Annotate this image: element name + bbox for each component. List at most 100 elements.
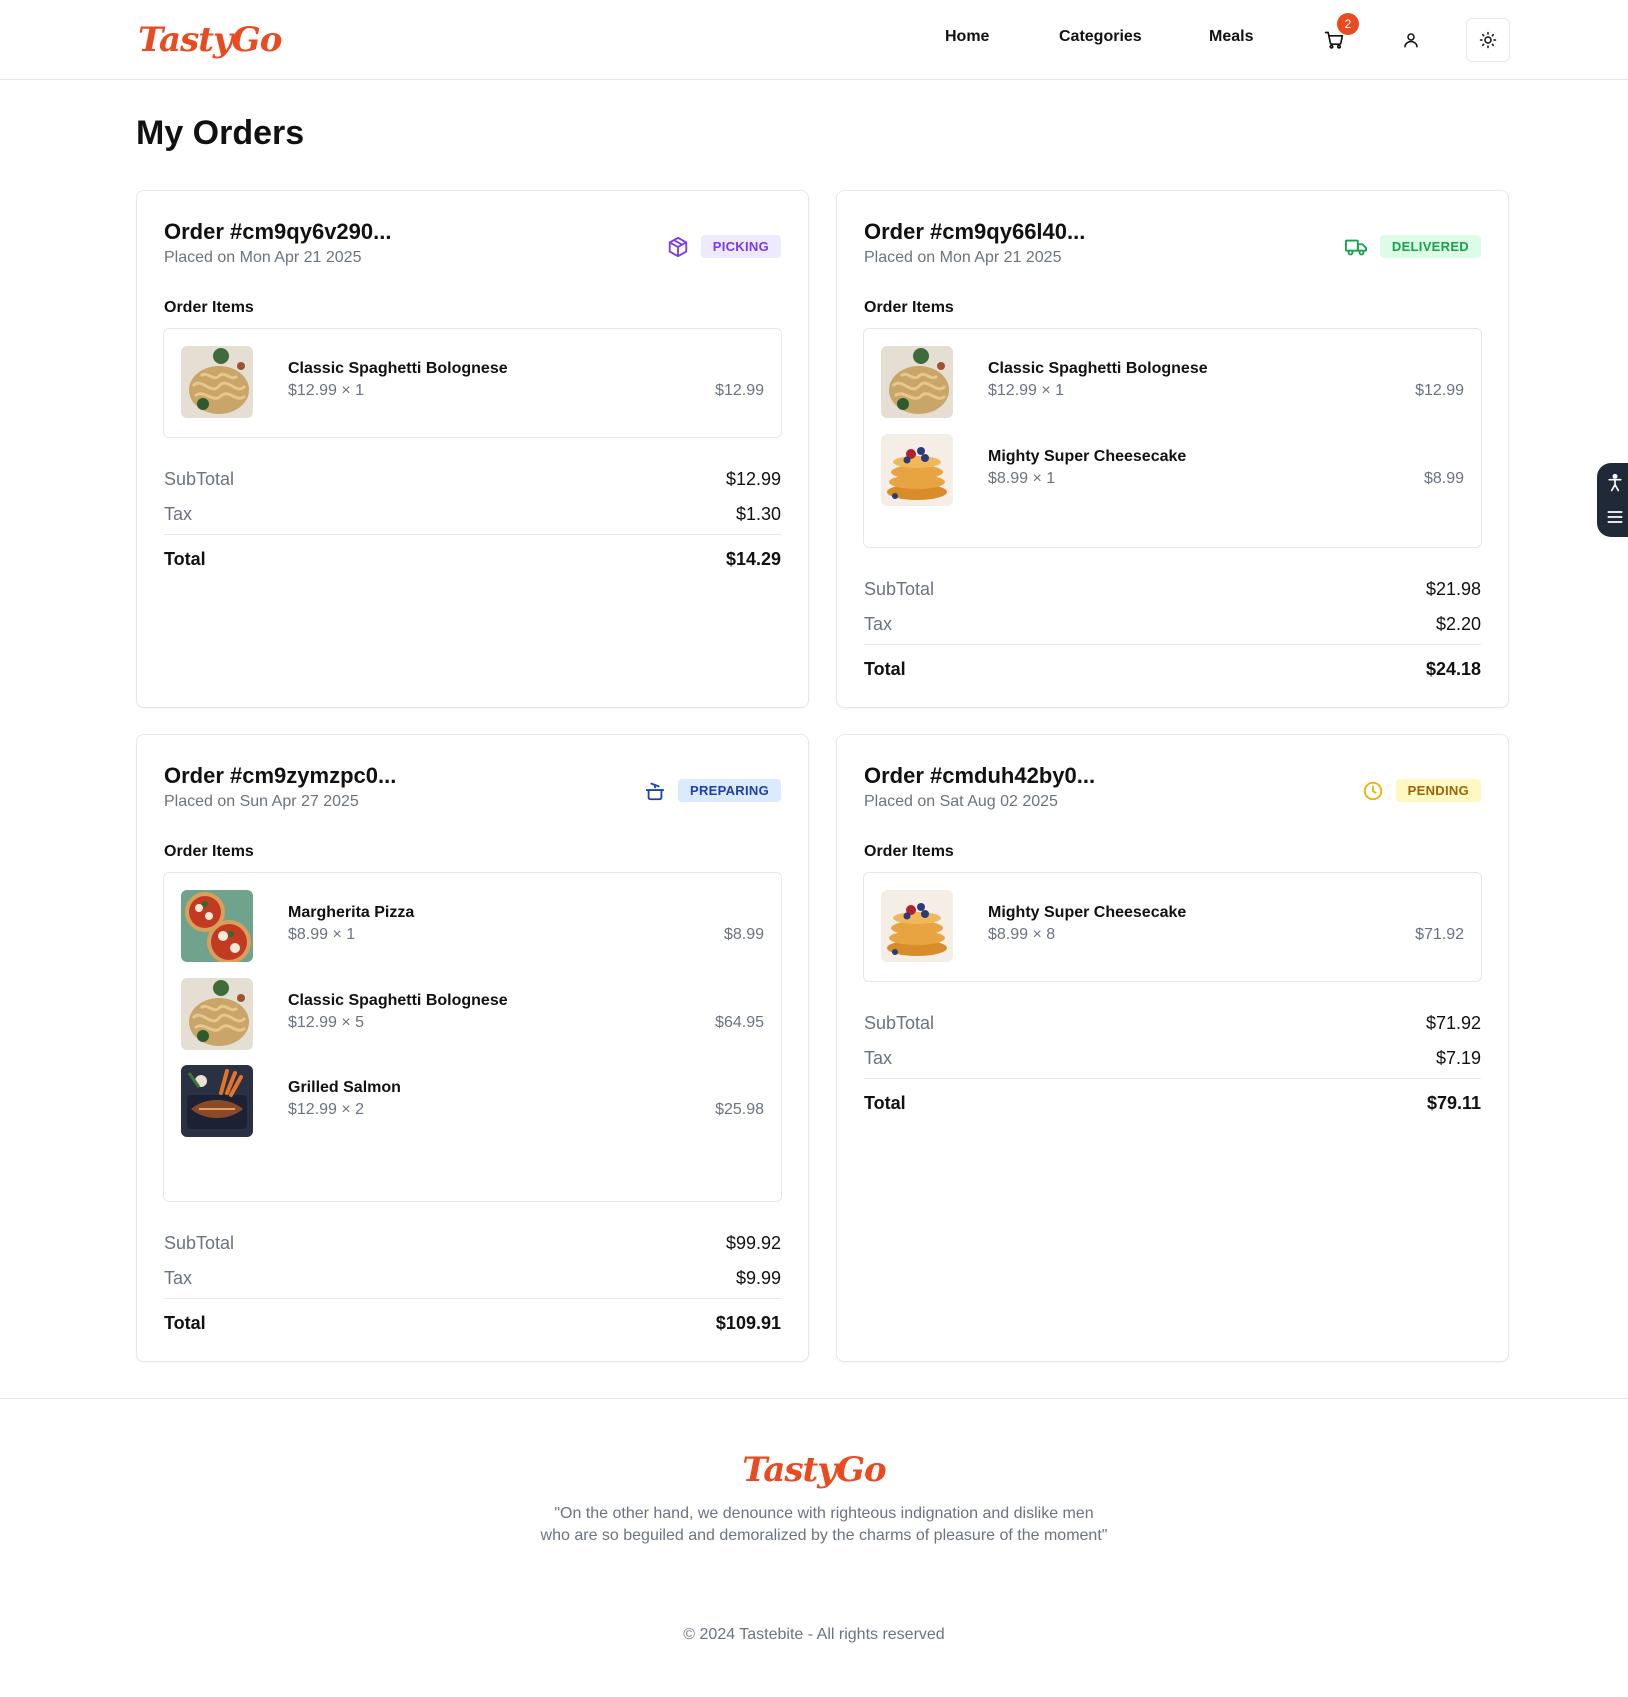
- item-name: Mighty Super Cheesecake: [988, 904, 1187, 921]
- order-date: Placed on Sun Apr 27 2025: [164, 793, 359, 810]
- list-item: Mighty Super Cheesecake $8.99 × 1 $8.99: [881, 434, 1464, 506]
- order-date: Placed on Sat Aug 02 2025: [864, 793, 1058, 810]
- order-items-label: Order Items: [864, 299, 954, 316]
- cheesecake-image: [881, 434, 953, 506]
- list-item: Grilled Salmon $12.99 × 2 $25.98: [181, 1065, 764, 1137]
- spaghetti-image: [181, 346, 253, 418]
- footer-quote: "On the other hand, we denounce with rig…: [540, 1505, 1108, 1544]
- pizza-image: [181, 890, 253, 962]
- item-price-quantity: $12.99 × 2: [288, 1101, 365, 1118]
- total-value: $79.11: [1426, 1093, 1481, 1113]
- tax-value: $7.19: [1435, 1048, 1481, 1068]
- accessibility-icon: [1608, 473, 1622, 492]
- tax-label: Tax: [164, 1268, 193, 1288]
- status-badge: PENDING: [1395, 779, 1481, 802]
- accessibility-widget[interactable]: [1597, 463, 1628, 537]
- page-title: My Orders: [136, 114, 305, 152]
- subtotal-label: SubTotal: [164, 1233, 235, 1253]
- sun-icon: [1479, 31, 1497, 49]
- item-name: Mighty Super Cheesecake: [988, 448, 1187, 465]
- footer-divider: [0, 1398, 1628, 1399]
- nav-home-link[interactable]: Home: [945, 28, 989, 46]
- item-total: $71.92: [1415, 926, 1464, 943]
- footer-logo[interactable]: TastyGo: [0, 1450, 1628, 1490]
- order-items-list: Classic Spaghetti Bolognese $12.99 × 1 $…: [863, 328, 1482, 548]
- list-item: Classic Spaghetti Bolognese $12.99 × 1 $…: [181, 346, 764, 418]
- order-id: Order #cmduh42by0...: [864, 763, 1096, 788]
- item-price-quantity: $12.99 × 1: [988, 382, 1065, 399]
- truck-icon: [1344, 239, 1367, 255]
- item-name: Classic Spaghetti Bolognese: [988, 360, 1208, 377]
- order-card: Order #cmduh42by0... Placed on Sat Aug 0…: [836, 734, 1509, 1362]
- subtotal-label: SubTotal: [864, 1013, 935, 1033]
- total-label: Total: [864, 1093, 906, 1113]
- order-status: PENDING: [1362, 779, 1481, 802]
- item-total: $8.99: [1423, 470, 1464, 487]
- item-total: $64.95: [715, 1014, 764, 1031]
- total-label: Total: [164, 549, 206, 569]
- salmon-image: [181, 1065, 253, 1137]
- brand-logo[interactable]: TastyGo: [138, 20, 282, 60]
- account-button[interactable]: [1399, 28, 1423, 52]
- list-item: Mighty Super Cheesecake $8.99 × 8 $71.92: [881, 890, 1464, 962]
- status-badge: DELIVERED: [1379, 235, 1481, 258]
- subtotal-label: SubTotal: [164, 469, 235, 489]
- spaghetti-image: [181, 978, 253, 1050]
- item-price-quantity: $8.99 × 1: [288, 926, 356, 943]
- menu-icon: [1607, 511, 1623, 523]
- nav-meals-link[interactable]: Meals: [1209, 28, 1253, 46]
- summary-divider: [864, 644, 1481, 645]
- tax-label: Tax: [864, 1048, 893, 1068]
- cart-count-badge: 2: [1337, 13, 1359, 35]
- tax-label: Tax: [164, 504, 193, 524]
- order-date: Placed on Mon Apr 21 2025: [864, 249, 1062, 266]
- item-price-quantity: $8.99 × 1: [988, 470, 1056, 487]
- summary-divider: [164, 1298, 781, 1299]
- package-icon: [668, 236, 687, 257]
- item-price-quantity: $12.99 × 1: [288, 382, 365, 399]
- nav-categories-link[interactable]: Categories: [1059, 28, 1142, 46]
- list-item: Margherita Pizza $8.99 × 1 $8.99: [181, 890, 764, 962]
- subtotal-value: $71.92: [1425, 1013, 1481, 1033]
- list-item: Classic Spaghetti Bolognese $12.99 × 1 $…: [881, 346, 1464, 418]
- tax-value: $1.30: [735, 504, 781, 524]
- user-icon: [1404, 33, 1418, 48]
- total-value: $14.29: [725, 549, 781, 569]
- tax-value: $9.99: [735, 1268, 781, 1288]
- item-name: Classic Spaghetti Bolognese: [288, 992, 508, 1009]
- item-price-quantity: $12.99 × 5: [288, 1014, 365, 1031]
- subtotal-value: $12.99: [725, 469, 781, 489]
- total-label: Total: [864, 659, 906, 679]
- theme-toggle-button[interactable]: [1466, 18, 1510, 62]
- cooking-pot-icon: [645, 782, 665, 800]
- order-id: Order #cm9zymzpc0...: [164, 763, 397, 788]
- summary-divider: [864, 1078, 1481, 1079]
- order-card: Order #cm9qy6v290... Placed on Mon Apr 2…: [136, 190, 809, 708]
- tax-label: Tax: [864, 614, 893, 634]
- order-status: PREPARING: [644, 779, 781, 802]
- item-name: Classic Spaghetti Bolognese: [288, 360, 508, 377]
- subtotal-label: SubTotal: [864, 579, 935, 599]
- item-total: $12.99: [715, 382, 764, 399]
- item-total: $8.99: [723, 926, 764, 943]
- order-card: Order #cm9zymzpc0... Placed on Sun Apr 2…: [136, 734, 809, 1362]
- order-status: PICKING: [667, 235, 781, 258]
- item-price-quantity: $8.99 × 8: [988, 926, 1056, 943]
- item-total: $12.99: [1415, 382, 1464, 399]
- clock-icon: [1363, 781, 1382, 800]
- list-item: Classic Spaghetti Bolognese $12.99 × 5 $…: [181, 978, 764, 1050]
- order-items-list: Mighty Super Cheesecake $8.99 × 8 $71.92: [863, 872, 1482, 982]
- order-items-label: Order Items: [864, 843, 954, 860]
- order-items-list: Classic Spaghetti Bolognese $12.99 × 1 $…: [163, 328, 782, 438]
- order-items-label: Order Items: [164, 299, 254, 316]
- subtotal-value: $21.98: [1425, 579, 1481, 599]
- order-date: Placed on Mon Apr 21 2025: [164, 249, 362, 266]
- total-value: $109.91: [715, 1313, 781, 1333]
- order-id: Order #cm9qy6v290...: [164, 219, 392, 244]
- order-id: Order #cm9qy66l40...: [864, 219, 1086, 244]
- top-navbar: TastyGo Home Categories Meals 2: [0, 0, 1628, 80]
- order-status: DELIVERED: [1344, 235, 1481, 258]
- status-badge: PREPARING: [677, 779, 781, 802]
- subtotal-value: $99.92: [725, 1233, 781, 1253]
- tax-value: $2.20: [1435, 614, 1481, 634]
